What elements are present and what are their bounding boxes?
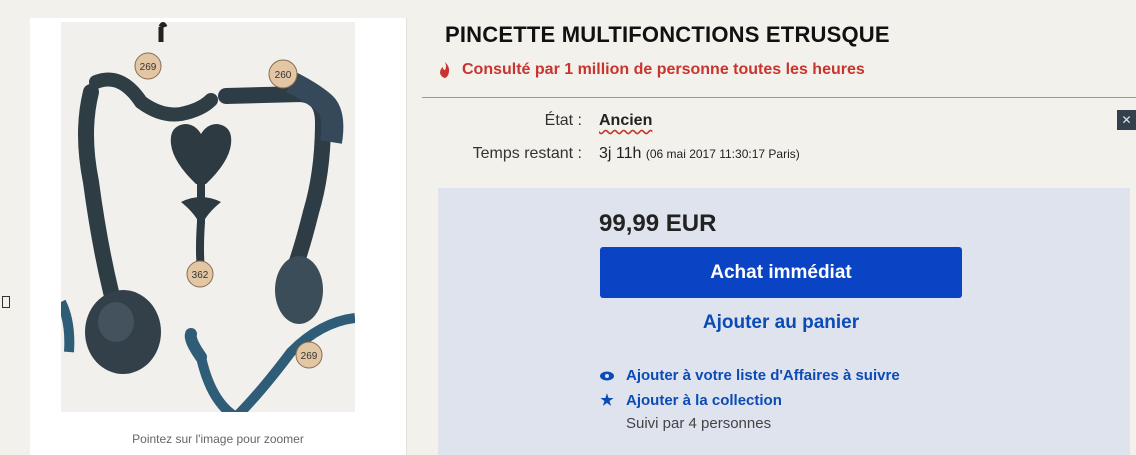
- zoom-hint: Pointez sur l'image pour zoomer: [132, 432, 304, 446]
- window-edge-marker: [2, 296, 10, 308]
- flame-icon: [438, 62, 452, 78]
- close-icon[interactable]: ✕: [1117, 110, 1136, 130]
- watch-link[interactable]: Ajouter à votre liste d'Affaires à suivr…: [600, 367, 900, 384]
- collection-link[interactable]: ★ Ajouter à la collection: [600, 391, 782, 410]
- watchers-notice: Consulté par 1 million de personne toute…: [438, 61, 865, 79]
- collection-label: Ajouter à la collection: [626, 391, 782, 409]
- svg-text:269: 269: [301, 351, 318, 362]
- eye-icon: [600, 371, 614, 381]
- time-detail: (06 mai 2017 11:30:17 Paris): [645, 147, 800, 161]
- watch-label: Ajouter à votre liste d'Affaires à suivr…: [626, 367, 900, 384]
- photo-tag-4: 269: [295, 341, 323, 369]
- time-value: 3j 11h: [599, 145, 642, 162]
- star-icon: ★: [600, 392, 614, 409]
- condition-label: État :: [544, 112, 582, 129]
- time-label: Temps restant :: [472, 145, 582, 162]
- followers-count: Suivi par 4 personnes: [626, 415, 772, 432]
- buy-now-button[interactable]: Achat immédiat: [600, 247, 962, 298]
- add-to-cart-button[interactable]: Ajouter au panier: [600, 312, 962, 334]
- photo-tag-3: 362: [186, 260, 214, 288]
- product-photo[interactable]: 269 260 362 269: [61, 22, 355, 412]
- time-remaining: 3j 11h (06 mai 2017 11:30:17 Paris): [599, 145, 800, 163]
- svg-text:362: 362: [192, 270, 209, 281]
- right-bulb: [275, 256, 323, 324]
- condition-value: Ancien: [599, 112, 653, 129]
- photo-tag-2: 260: [268, 59, 298, 89]
- svg-text:260: 260: [275, 70, 292, 81]
- artifact-photo-drawing: 269 260 362 269: [61, 22, 355, 412]
- svg-text:269: 269: [140, 62, 157, 73]
- buy-box: 99,99 EUR Achat immédiat Ajouter au pani…: [438, 188, 1130, 455]
- photo-tag-1: 269: [134, 52, 162, 80]
- image-panel: 269 260 362 269 Pointez sur l'image pour…: [30, 18, 407, 455]
- divider: [422, 97, 1136, 98]
- price: 99,99 EUR: [599, 210, 717, 237]
- listing-title: PINCETTE MULTIFONCTIONS ETRUSQUE: [445, 22, 890, 47]
- watchers-text: Consulté par 1 million de personne toute…: [462, 61, 865, 78]
